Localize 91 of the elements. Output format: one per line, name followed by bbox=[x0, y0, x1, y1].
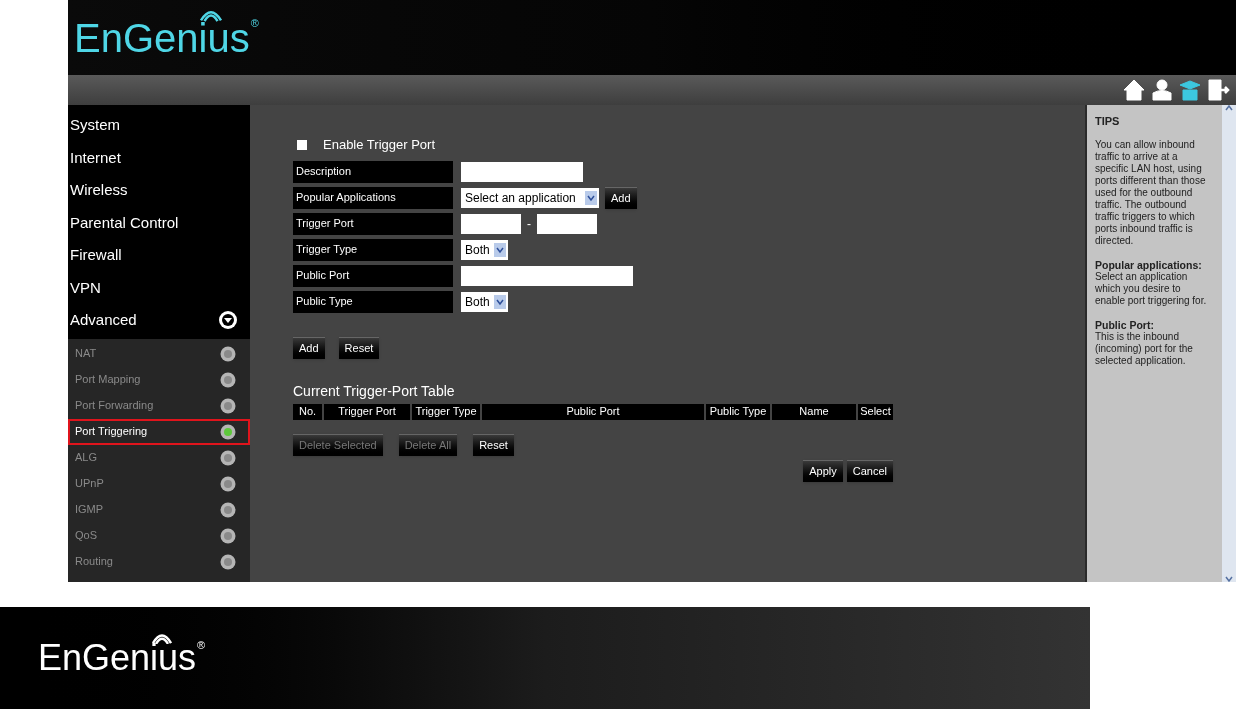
submenu-label: ALG bbox=[75, 450, 97, 466]
bullet-icon bbox=[220, 475, 236, 492]
column-header: Trigger Port bbox=[324, 403, 410, 420]
input-field[interactable] bbox=[461, 213, 521, 234]
action-button[interactable]: Cancel bbox=[846, 459, 893, 482]
dropdown[interactable]: Both bbox=[461, 239, 508, 260]
submenu-item[interactable]: NAT bbox=[68, 340, 250, 367]
sidebar-item[interactable]: System bbox=[68, 109, 250, 142]
submenu-item[interactable]: QoS bbox=[68, 522, 250, 549]
caret-icon bbox=[493, 294, 506, 309]
caret-icon bbox=[493, 242, 506, 257]
section-title: Current Trigger-Port Table bbox=[293, 381, 456, 401]
column-header: Select bbox=[858, 403, 893, 420]
field-label: Popular Applications bbox=[293, 186, 453, 209]
checkbox-label: Enable Trigger Port bbox=[323, 136, 435, 154]
bullet-icon bbox=[220, 423, 236, 440]
graduate-icon[interactable] bbox=[1178, 78, 1202, 102]
add-button[interactable]: Add bbox=[605, 186, 637, 209]
column-header: Trigger Type bbox=[412, 403, 480, 420]
field-label: Public Type bbox=[293, 290, 453, 313]
sidebar-label: Advanced bbox=[70, 310, 137, 330]
submenu-label: Port Forwarding bbox=[75, 398, 154, 414]
bullet-icon bbox=[220, 397, 236, 414]
submenu-label: UPnP bbox=[75, 476, 104, 492]
caret-icon bbox=[585, 190, 597, 205]
sidebar-item[interactable]: Wireless bbox=[68, 174, 250, 207]
sidebar-label: System bbox=[70, 115, 120, 135]
sidebar-label: VPN bbox=[70, 277, 101, 298]
tips-heading: Public Port: bbox=[1095, 319, 1155, 331]
tips-text: Select an application which you desire to enable port triggering for. bbox=[1095, 271, 1208, 307]
bullet-icon bbox=[220, 527, 236, 544]
field-label: Description bbox=[293, 160, 453, 183]
bullet-icon bbox=[220, 449, 236, 466]
bullet-icon bbox=[220, 501, 236, 518]
logo-text: EnGenius bbox=[74, 17, 250, 58]
person-icon[interactable] bbox=[1150, 78, 1174, 102]
sidebar-label: Internet bbox=[70, 147, 121, 168]
sidebar-item[interactable]: VPN bbox=[68, 271, 250, 304]
tips-heading: Popular applications: bbox=[1095, 259, 1203, 271]
registered-mark: ® bbox=[197, 640, 206, 651]
submenu-label: NAT bbox=[75, 346, 97, 362]
submenu-label: IGMP bbox=[75, 502, 104, 518]
home-icon[interactable] bbox=[1122, 78, 1146, 102]
dropdown[interactable]: Select an application bbox=[461, 187, 599, 208]
sidebar-label: Wireless bbox=[70, 180, 128, 200]
submenu-item[interactable]: Port Forwarding bbox=[68, 392, 250, 419]
input-field[interactable] bbox=[461, 265, 633, 286]
logo-text: EnGenius bbox=[38, 640, 197, 676]
sidebar-label: Parental Control bbox=[70, 212, 179, 233]
field-label: Trigger Port bbox=[293, 212, 453, 235]
form-button[interactable]: Reset bbox=[338, 336, 380, 359]
submenu-item[interactable]: Port Mapping bbox=[68, 366, 250, 393]
sidebar-label: Firewall bbox=[70, 245, 122, 265]
bullet-icon bbox=[220, 553, 236, 570]
tips-title: TIPS bbox=[1095, 115, 1121, 127]
bullet-icon bbox=[220, 345, 236, 362]
submenu-item[interactable]: Routing bbox=[68, 548, 250, 575]
collapse-icon[interactable] bbox=[218, 310, 238, 331]
sidebar-item[interactable]: Parental Control bbox=[68, 206, 250, 239]
dropdown[interactable]: Both bbox=[461, 291, 508, 312]
submenu-label: Routing bbox=[75, 554, 113, 570]
submenu-item[interactable]: UPnP bbox=[68, 470, 250, 497]
action-button[interactable]: Apply bbox=[803, 459, 843, 482]
bullet-icon bbox=[220, 371, 236, 388]
submenu-label: QoS bbox=[75, 528, 97, 544]
sidebar-item[interactable]: Firewall bbox=[68, 239, 250, 272]
field-label: Public Port bbox=[293, 264, 453, 287]
form-button[interactable]: Add bbox=[293, 336, 325, 359]
scroll-down-icon[interactable] bbox=[1225, 576, 1233, 582]
table-button[interactable]: Reset bbox=[473, 433, 514, 456]
field-label: Trigger Type bbox=[293, 238, 453, 261]
submenu-label: Port Mapping bbox=[75, 372, 141, 388]
submenu-item[interactable]: IGMP bbox=[68, 496, 250, 523]
tips-text: This is the inbound (incoming) port for the selected application. bbox=[1095, 331, 1194, 367]
checkbox[interactable] bbox=[297, 139, 307, 150]
sidebar-item[interactable]: Advanced bbox=[68, 304, 250, 337]
separator-text: - bbox=[527, 215, 531, 233]
submenu-item[interactable]: Port Triggering bbox=[68, 418, 250, 445]
registered-mark: ® bbox=[250, 17, 259, 29]
door-exit-icon[interactable] bbox=[1206, 78, 1230, 102]
column-header: Name bbox=[772, 403, 856, 420]
sidebar-item[interactable]: Internet bbox=[68, 141, 250, 174]
input-field[interactable] bbox=[461, 161, 583, 182]
column-header: Public Port bbox=[482, 403, 704, 420]
column-header: No. bbox=[293, 403, 322, 420]
tips-text: You can allow inbound traffic to arrive at a specific LAN host, using ports different than those used for the outbound traffic. The outbound traffic triggers to which ports inbound traffic is directed. bbox=[1095, 139, 1207, 247]
submenu-label: Port Triggering bbox=[75, 424, 148, 440]
input-field[interactable] bbox=[537, 213, 597, 234]
column-header: Public Type bbox=[706, 403, 770, 420]
submenu-item[interactable]: ALG bbox=[68, 444, 250, 471]
scroll-up-icon[interactable] bbox=[1225, 105, 1233, 111]
